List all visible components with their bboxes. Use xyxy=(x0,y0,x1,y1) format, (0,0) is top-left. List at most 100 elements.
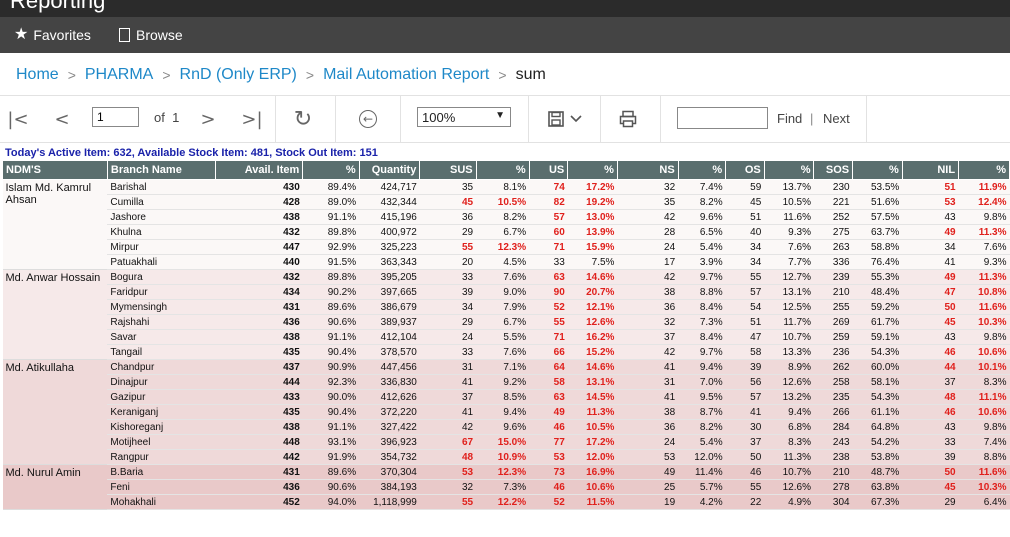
table-cell: 46 xyxy=(902,344,959,360)
table-cell: 9.8% xyxy=(958,419,1010,435)
page-number-input[interactable] xyxy=(92,107,139,127)
branch-name-cell: Mymensingh xyxy=(107,299,216,315)
breadcrumb-home[interactable]: Home xyxy=(16,66,59,84)
refresh-button[interactable]: ↻ xyxy=(283,96,323,142)
browse-nav[interactable]: Browse xyxy=(119,17,183,53)
export-button[interactable] xyxy=(540,96,590,142)
table-cell: 221 xyxy=(813,194,853,210)
table-cell: 35 xyxy=(419,179,477,195)
previous-page-button[interactable]: < xyxy=(44,96,80,142)
table-cell: 74 xyxy=(529,179,568,195)
favorites-nav[interactable]: ★ Favorites xyxy=(14,17,91,53)
breadcrumb-rnd[interactable]: RnD (Only ERP) xyxy=(180,66,297,84)
table-cell: 22 xyxy=(725,494,765,510)
find-next-button[interactable]: Next xyxy=(823,111,850,126)
table-cell: 49 xyxy=(617,464,679,480)
last-page-button[interactable]: >| xyxy=(234,96,270,142)
column-header: % xyxy=(677,160,727,180)
table-cell: 10.6% xyxy=(958,344,1010,360)
next-page-button[interactable]: > xyxy=(190,96,226,142)
table-cell: 58 xyxy=(529,374,568,390)
table-cell: 43 xyxy=(902,329,959,345)
column-header: % xyxy=(958,160,1010,180)
table-cell: 11.3% xyxy=(764,449,814,465)
chevron-right-icon: > xyxy=(200,108,216,130)
table-cell: 395,205 xyxy=(359,269,420,285)
breadcrumb-mail-automation[interactable]: Mail Automation Report xyxy=(323,66,489,84)
table-cell: 57.5% xyxy=(852,209,903,225)
table-cell: 378,570 xyxy=(359,344,420,360)
table-cell: 51 xyxy=(725,314,765,330)
table-cell: 8.3% xyxy=(764,434,814,450)
column-header: SOS xyxy=(813,160,854,180)
table-cell: 10.8% xyxy=(958,284,1010,300)
table-cell: 50 xyxy=(725,449,765,465)
top-navbar: ★ Favorites Browse xyxy=(0,17,1010,53)
table-cell: 57 xyxy=(725,284,765,300)
table-cell: 45 xyxy=(725,194,765,210)
table-cell: 56 xyxy=(725,374,765,390)
table-cell: 24 xyxy=(617,239,679,255)
table-cell: 7.4% xyxy=(958,434,1010,450)
branch-name-cell: Dinajpur xyxy=(107,374,216,390)
ndm-name-cell: Md. Anwar Hossain xyxy=(2,269,108,360)
table-cell: 438 xyxy=(215,329,303,345)
table-cell: 9.4% xyxy=(678,359,726,375)
table-cell: 7.6% xyxy=(764,239,814,255)
table-cell: 12.3% xyxy=(476,239,530,255)
table-cell: 55 xyxy=(419,494,477,510)
find-input[interactable] xyxy=(677,107,768,129)
table-cell: 44 xyxy=(902,359,959,375)
table-cell: 372,220 xyxy=(359,404,420,420)
table-cell: 48.4% xyxy=(852,284,903,300)
branch-name-cell: Mirpur xyxy=(107,239,216,255)
table-cell: 258 xyxy=(813,374,853,390)
find-button[interactable]: Find xyxy=(777,111,802,126)
table-cell: 16.2% xyxy=(567,329,618,345)
table-cell: 255 xyxy=(813,299,853,315)
back-button[interactable]: ← xyxy=(350,96,386,142)
table-cell: 8.4% xyxy=(678,299,726,315)
table-cell: 37 xyxy=(617,329,679,345)
table-cell: 89.8% xyxy=(302,269,360,285)
table-cell: 58 xyxy=(725,344,765,360)
table-cell: 67 xyxy=(419,434,477,450)
table-cell: 59.1% xyxy=(852,329,903,345)
table-cell: 284 xyxy=(813,419,853,435)
table-cell: 386,679 xyxy=(359,299,420,315)
table-cell: 6.5% xyxy=(678,224,726,240)
table-cell: 442 xyxy=(215,449,303,465)
branch-name-cell: Gazipur xyxy=(107,389,216,405)
table-row: Feni 436 90.6% 384,193 32 7.3% 46 10.6% 25 5.7% 55… xyxy=(3,479,1010,495)
table-cell: 48.7% xyxy=(852,464,903,480)
table-cell: 90.6% xyxy=(302,479,360,495)
table-cell: 49 xyxy=(529,404,568,420)
table-cell: 91.9% xyxy=(302,449,360,465)
table-cell: 7.7% xyxy=(764,254,814,270)
first-page-button[interactable]: |< xyxy=(0,96,36,142)
table-cell: 428 xyxy=(215,194,303,210)
print-button[interactable] xyxy=(608,96,648,142)
table-cell: 71 xyxy=(529,239,568,255)
branch-name-cell: Jashore xyxy=(107,209,216,225)
table-cell: 20.7% xyxy=(567,284,618,300)
table-cell: 11.6% xyxy=(764,209,814,225)
table-cell: 8.2% xyxy=(678,194,726,210)
table-cell: 13.1% xyxy=(567,374,618,390)
table-cell: 58.1% xyxy=(852,374,903,390)
table-cell: 73 xyxy=(529,464,568,480)
table-cell: 40 xyxy=(725,224,765,240)
table-cell: 7.6% xyxy=(958,239,1010,255)
table-row: Mohakhali 452 94.0% 1,118,999 55 12.2% 52 11.5%… xyxy=(3,494,1010,510)
table-cell: 50 xyxy=(902,464,959,480)
table-cell: 434 xyxy=(215,284,303,300)
stock-report-table: NDM'S Branch Name Avail. Item% Quantity SUS%… xyxy=(2,160,1010,510)
zoom-select[interactable]: 100% ▼ xyxy=(417,107,511,127)
table-cell: 90.9% xyxy=(302,359,360,375)
breadcrumb-pharma[interactable]: PHARMA xyxy=(85,66,153,84)
column-header: NDM'S xyxy=(2,160,108,180)
table-cell: 396,923 xyxy=(359,434,420,450)
table-cell: 430 xyxy=(215,179,303,195)
table-cell: 8.8% xyxy=(678,284,726,300)
table-cell: 9.4% xyxy=(764,404,814,420)
